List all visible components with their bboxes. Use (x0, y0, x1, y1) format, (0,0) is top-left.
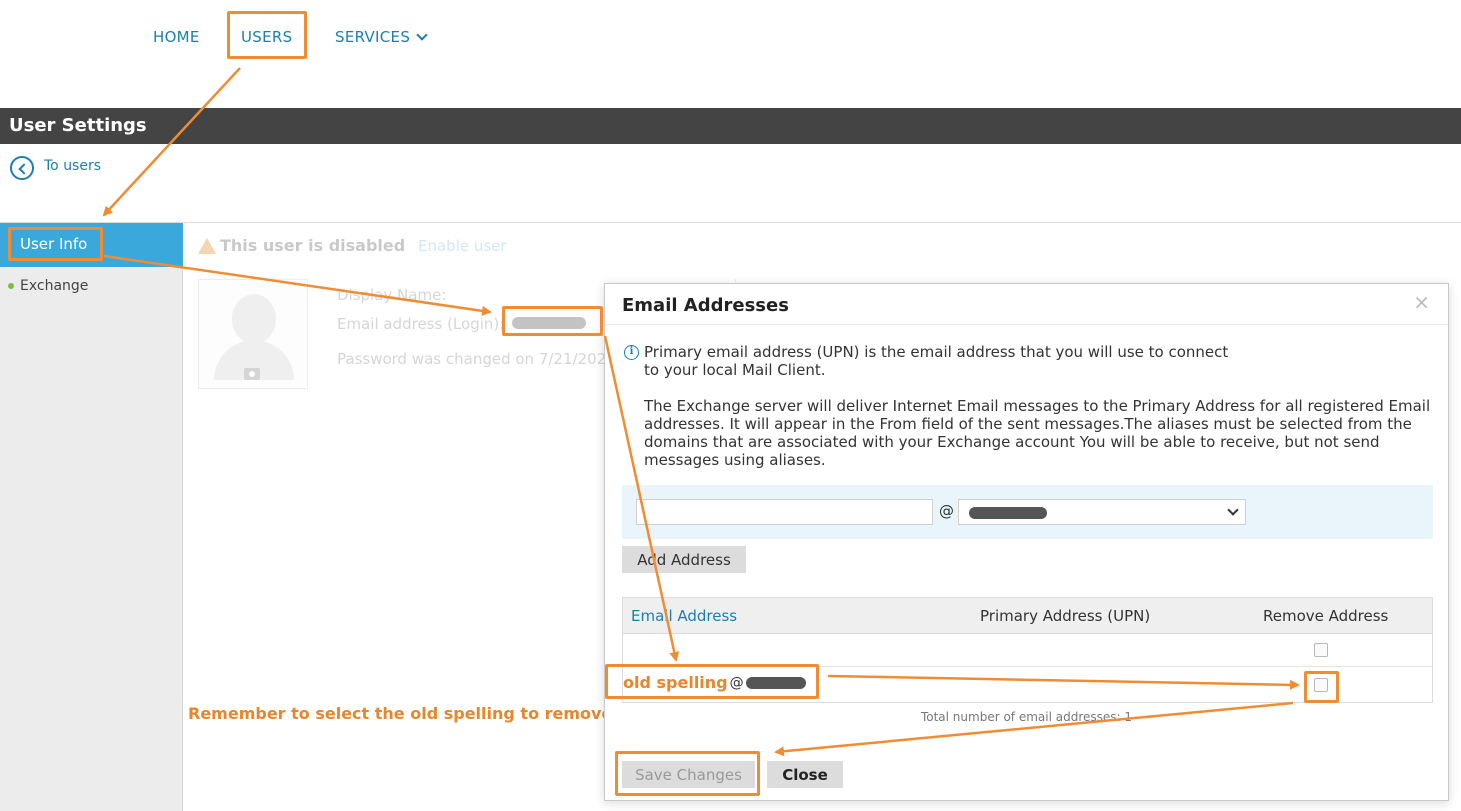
close-icon[interactable]: × (1413, 290, 1430, 314)
email-address-table: Email Address Primary Address (UPN) Remo… (622, 597, 1433, 703)
divider (605, 324, 1448, 325)
close-button[interactable]: Close (767, 761, 843, 788)
avatar[interactable] (198, 279, 308, 389)
page-title: User Settings (9, 115, 147, 136)
column-header-primary: Primary Address (UPN) (980, 607, 1151, 625)
sidebar-item-label: User Info (20, 235, 88, 253)
disabled-warning: This user is disabled (198, 236, 405, 255)
nav-services[interactable]: SERVICES (335, 28, 428, 46)
redacted-email (512, 317, 586, 329)
sidebar-item-exchange[interactable]: Exchange (8, 278, 88, 294)
sidebar: User Info Exchange (0, 223, 183, 811)
table-row (623, 634, 1432, 667)
email-addresses-dialog: Email Addresses × i Primary email addres… (604, 283, 1449, 801)
redacted-domain (969, 507, 1047, 519)
redacted-domain (745, 676, 806, 689)
back-to-users-link[interactable]: To users (10, 156, 101, 180)
password-changed-text: Password was changed on 7/21/2026 (337, 350, 616, 368)
camera-icon (244, 368, 260, 380)
avatar-head-shape (232, 294, 276, 344)
at-sign: @ (729, 674, 744, 691)
total-count: Total number of email addresses: 1 (920, 710, 1133, 724)
chevron-down-icon (416, 29, 428, 41)
domain-select[interactable] (958, 499, 1246, 525)
back-arrow-icon (10, 156, 34, 180)
email-login-label: Email address (Login): (337, 315, 505, 333)
table-header: Email Address Primary Address (UPN) Remo… (623, 598, 1432, 634)
chevron-down-icon (1227, 504, 1239, 516)
status-dot-icon (8, 283, 14, 289)
divider (0, 222, 1461, 223)
column-header-remove: Remove Address (1263, 607, 1389, 625)
sidebar-item-user-info[interactable]: User Info (0, 223, 183, 267)
table-row: old spelling @ (623, 667, 1432, 700)
nav-users[interactable]: USERS (241, 28, 292, 46)
disabled-warning-text: This user is disabled (220, 236, 406, 255)
remove-checkbox[interactable] (1314, 643, 1328, 657)
column-header-email[interactable]: Email Address (631, 607, 737, 625)
local-part-input[interactable] (636, 499, 933, 525)
info-text-upn: Primary email address (UPN) is the email… (644, 343, 1229, 379)
nav-services-label: SERVICES (335, 28, 411, 46)
add-address-row: @ (622, 485, 1433, 539)
display-name-label: Display Name: (337, 286, 447, 304)
save-changes-button[interactable]: Save Changes (622, 761, 755, 788)
page-header: User Settings (0, 108, 1461, 144)
old-spelling-label: old spelling (623, 673, 728, 692)
remove-checkbox[interactable] (1314, 678, 1328, 692)
annotation-note: Remember to select the old spelling to r… (188, 704, 613, 723)
nav-home[interactable]: HOME (153, 28, 200, 46)
add-address-button[interactable]: Add Address (622, 546, 746, 573)
top-nav: HOME USERS SERVICES (0, 0, 1461, 108)
email-cell: old spelling @ (623, 673, 806, 692)
info-icon: i (624, 345, 639, 360)
dialog-title: Email Addresses (622, 295, 789, 316)
at-sign: @ (939, 502, 954, 520)
back-link-label: To users (44, 158, 102, 174)
sidebar-item-label: Exchange (20, 278, 89, 294)
warning-icon (198, 237, 216, 254)
info-text-aliases: The Exchange server will deliver Interne… (644, 397, 1431, 469)
enable-user-link[interactable]: Enable user (418, 237, 507, 255)
